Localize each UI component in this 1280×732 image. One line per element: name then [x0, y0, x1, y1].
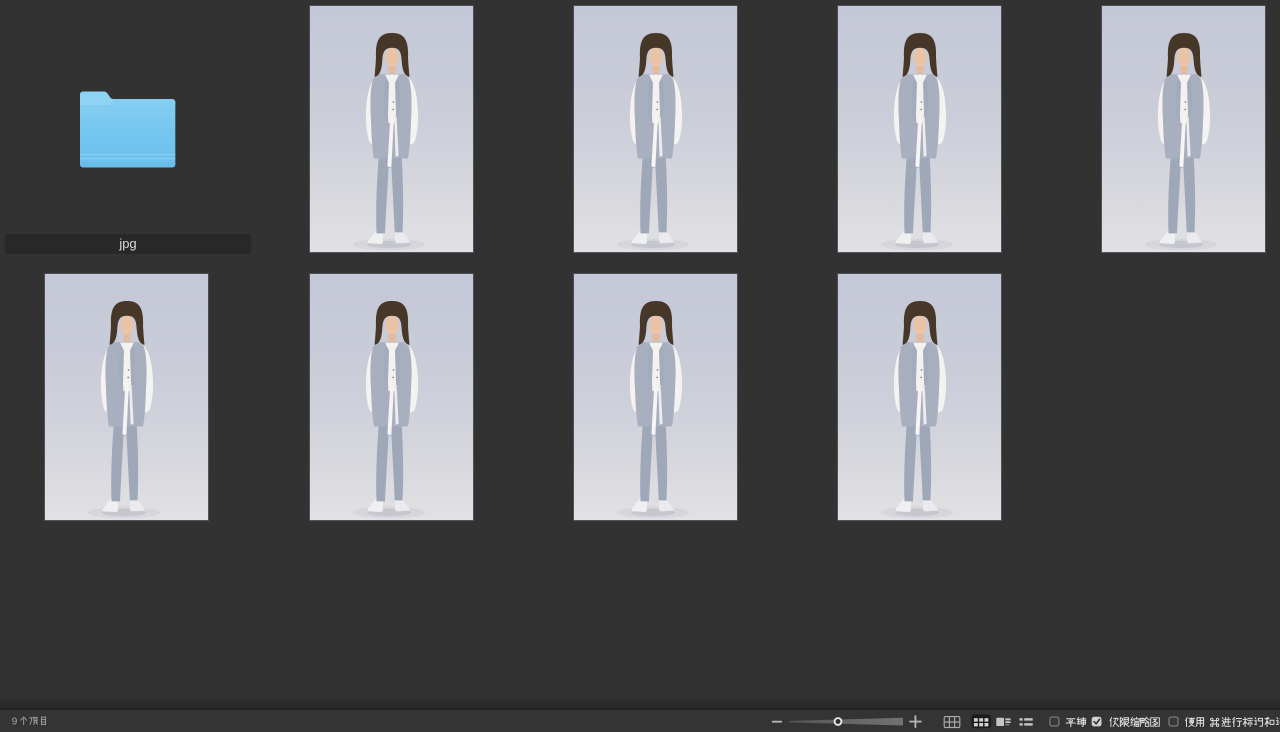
svg-text:9: 9 — [12, 717, 18, 728]
